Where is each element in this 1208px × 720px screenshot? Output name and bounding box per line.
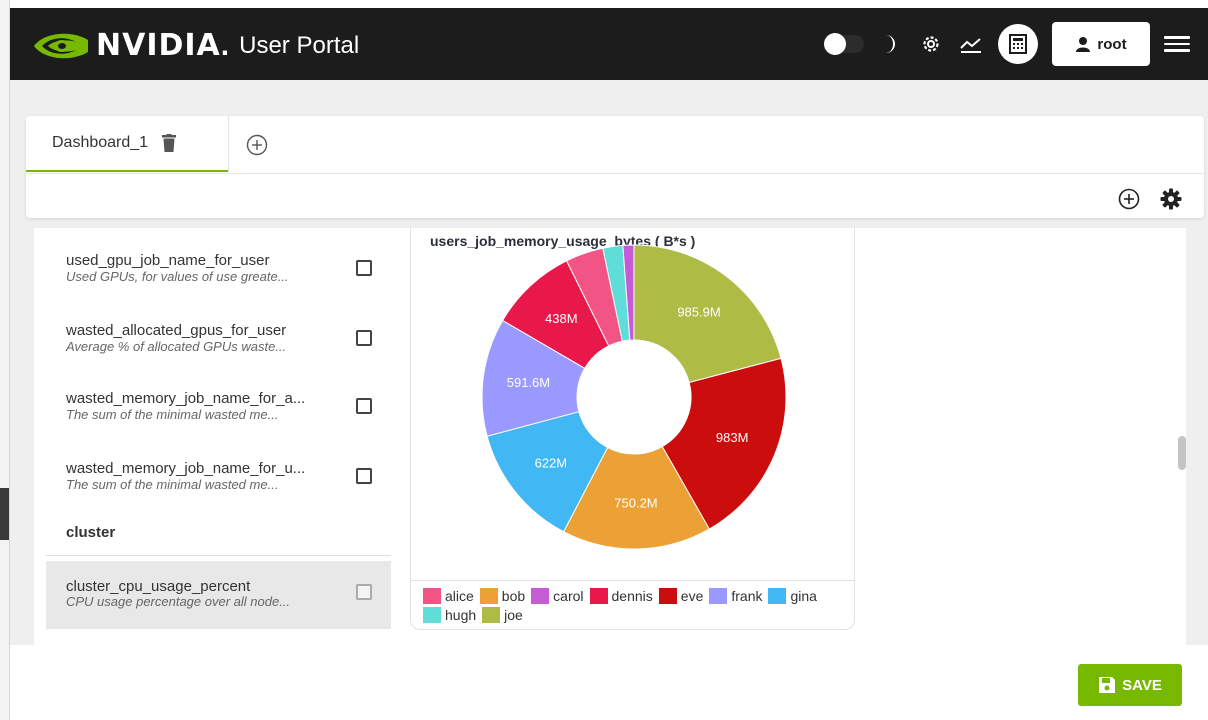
metric-desc: The sum of the minimal wasted me... <box>66 407 279 422</box>
metric-desc: Used GPUs, for values of use greate... <box>66 269 289 284</box>
vertical-scrollbar[interactable] <box>1170 228 1186 645</box>
legend-label: alice <box>445 587 474 604</box>
window-edge-marker <box>0 488 9 540</box>
gear-icon[interactable] <box>1160 188 1182 210</box>
tab-divider <box>26 173 1204 174</box>
metric-checkbox[interactable] <box>356 398 372 414</box>
floppy-disk-icon <box>1099 677 1116 693</box>
dashboard-content: used_gpu_job_name_for_user Used GPUs, fo… <box>34 228 1186 645</box>
legend-swatch <box>423 606 441 623</box>
legend-item-carol[interactable]: carol <box>531 587 584 604</box>
brand-name: NVIDIA <box>96 28 221 63</box>
metric-item[interactable]: wasted_memory_job_name_for_a... The sum … <box>46 386 391 454</box>
legend-swatch <box>658 587 677 604</box>
legend-item-bob[interactable]: bob <box>479 587 526 604</box>
portal-title: User Portal <box>239 31 360 59</box>
legend-item-joe[interactable]: joe <box>482 606 523 623</box>
legend-label: hugh <box>445 606 477 623</box>
settings-cog-icon[interactable] <box>918 31 944 57</box>
metric-item-highlighted[interactable]: cluster_cpu_usage_percent CPU usage perc… <box>46 561 391 629</box>
metric-item[interactable]: wasted_memory_job_name_for_u... The sum … <box>46 456 391 524</box>
user-name: root <box>1097 35 1127 53</box>
cluster-divider <box>46 555 391 556</box>
metric-desc: The sum of the minimal wasted me... <box>66 477 279 492</box>
chart-legend: alice bob carol dennis eve frank gina hugh joe <box>423 587 843 623</box>
legend-label: dennis <box>611 587 653 604</box>
scrollbar-thumb[interactable] <box>1178 436 1186 470</box>
calculator-button[interactable] <box>998 24 1038 64</box>
legend-label: joe <box>504 606 523 623</box>
slice-label-frank: 591.6M <box>507 375 550 390</box>
legend-label: frank <box>731 587 763 604</box>
add-tab-icon[interactable] <box>246 134 268 156</box>
chart-widget: users_job_memory_usage_bytes ( B*s ) 985… <box>410 228 855 630</box>
legend-item-frank[interactable]: frank <box>709 587 762 604</box>
metric-name: cluster_cpu_usage_percent <box>66 578 251 595</box>
metric-desc: Average % of allocated GPUs waste... <box>66 339 287 354</box>
legend-label: gina <box>790 587 817 604</box>
trash-icon[interactable] <box>162 134 177 152</box>
legend-swatch <box>482 606 501 623</box>
trend-chart-icon[interactable] <box>958 31 984 57</box>
legend-swatch <box>589 587 608 604</box>
theme-toggle[interactable] <box>824 33 864 55</box>
user-icon <box>1076 37 1091 52</box>
tab-separator <box>228 116 229 172</box>
metric-name: wasted_memory_job_name_for_a... <box>66 390 306 407</box>
metric-name: used_gpu_job_name_for_user <box>66 252 270 269</box>
metric-desc: CPU usage percentage over all node... <box>66 594 291 609</box>
legend-swatch <box>423 587 441 604</box>
nvidia-logo[interactable]: NVIDIA. User Portal <box>32 28 359 63</box>
legend-label: eve <box>680 587 704 604</box>
metric-item[interactable]: used_gpu_job_name_for_user Used GPUs, fo… <box>46 248 391 316</box>
legend-divider <box>411 580 854 581</box>
metric-checkbox[interactable] <box>356 468 372 484</box>
legend-swatch <box>709 587 728 604</box>
metric-checkbox[interactable] <box>356 260 372 276</box>
add-widget-icon[interactable] <box>1118 188 1140 210</box>
legend-swatch <box>531 587 550 604</box>
legend-swatch <box>768 587 787 604</box>
brand-dot: . <box>220 28 230 62</box>
cluster-section-heading: cluster <box>66 524 116 541</box>
user-menu-button[interactable]: root <box>1052 22 1150 66</box>
slice-label-dennis: 438M <box>545 311 578 326</box>
window-left-edge <box>0 0 10 720</box>
calculator-icon <box>1009 34 1027 54</box>
hamburger-menu-icon[interactable] <box>1164 31 1190 57</box>
page-footer <box>10 645 1208 720</box>
slice-label-eve: 983M <box>716 430 749 445</box>
legend-item-alice[interactable]: alice <box>423 587 474 604</box>
metric-checkbox[interactable] <box>356 584 372 600</box>
tab-dashboard-1[interactable]: Dashboard_1 <box>26 116 228 172</box>
save-label: SAVE <box>1122 676 1162 694</box>
toggle-knob <box>824 33 846 55</box>
app-header: NVIDIA. User Portal root <box>10 8 1208 80</box>
legend-item-gina[interactable]: gina <box>768 587 817 604</box>
moon-icon[interactable] <box>878 31 904 57</box>
donut-chart: 985.9M 983M 750.2M 622M 591.6M 438M <box>481 244 787 550</box>
window-top-edge <box>0 0 1208 8</box>
save-button[interactable]: SAVE <box>1078 664 1182 706</box>
legend-item-eve[interactable]: eve <box>658 587 704 604</box>
legend-label: carol <box>553 587 584 604</box>
metric-checkbox[interactable] <box>356 330 372 346</box>
slice-label-joe: 985.9M <box>677 305 720 320</box>
legend-item-hugh[interactable]: hugh <box>423 606 476 623</box>
slice-label-bob: 750.2M <box>614 495 657 510</box>
legend-item-dennis[interactable]: dennis <box>589 587 653 604</box>
metric-name: wasted_allocated_gpus_for_user <box>66 322 287 339</box>
dashboard-tabs-card: Dashboard_1 <box>26 116 1204 218</box>
metric-item[interactable]: wasted_allocated_gpus_for_user Average %… <box>46 318 391 386</box>
tab-label: Dashboard_1 <box>52 134 149 151</box>
legend-swatch <box>479 587 498 604</box>
metric-name: wasted_memory_job_name_for_u... <box>66 460 306 477</box>
legend-label: bob <box>501 587 526 604</box>
nvidia-eye-icon <box>34 33 88 58</box>
slice-label-gina: 622M <box>535 456 568 471</box>
